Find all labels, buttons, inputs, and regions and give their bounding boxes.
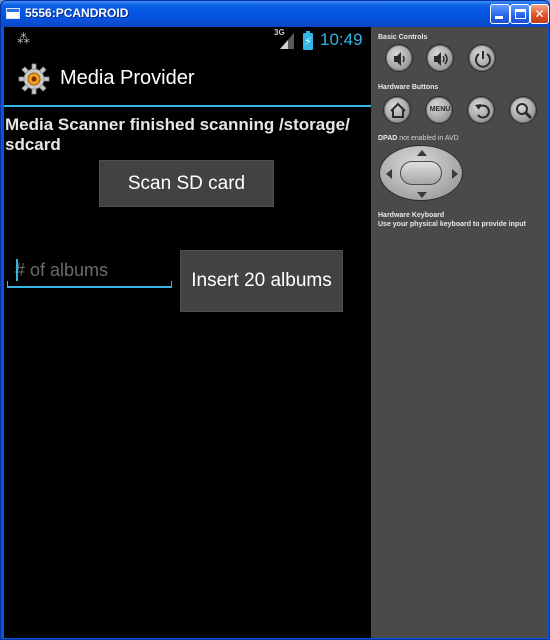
window-title: 5556:PCANDROID (25, 6, 129, 20)
back-button[interactable] (467, 96, 495, 124)
app-title: Media Provider (60, 67, 195, 89)
volume-down-icon (394, 52, 405, 66)
battery-charging-icon: ⚡ (303, 31, 313, 50)
dpad-label: DPAD not enabled in AVD (378, 135, 459, 142)
albums-count-input[interactable] (7, 254, 172, 288)
hardware-keyboard-label: Hardware Keyboard (378, 212, 445, 219)
minimize-button[interactable] (490, 4, 510, 24)
menu-button[interactable]: MENU (425, 96, 453, 124)
volume-up-button[interactable] (426, 44, 454, 72)
home-icon (390, 102, 406, 118)
input-underline-edge (7, 281, 8, 288)
device-screen: ⁂ 3G ⚡ 10:49 Media Provider Media Scanne… (4, 27, 371, 638)
scan-sd-card-button[interactable]: Scan SD card (99, 160, 274, 207)
emulator-window: 5556:PCANDROID ✕ ⁂ 3G ⚡ 10:49 Media Prov… (0, 0, 550, 640)
dpad-center-button[interactable] (400, 161, 442, 185)
hardware-keyboard-note: Use your physical keyboard to provide in… (378, 221, 526, 228)
maximize-icon (515, 9, 526, 19)
power-button[interactable] (468, 44, 496, 72)
action-bar: Media Provider (4, 53, 371, 107)
back-icon (475, 104, 490, 119)
close-icon: ✕ (534, 7, 545, 21)
clock: 10:49 (320, 30, 363, 49)
menu-label: MENU (429, 106, 451, 113)
signal-icon (280, 33, 294, 49)
volume-up-icon (434, 52, 448, 66)
text-cursor (16, 259, 18, 281)
search-button[interactable] (509, 96, 537, 124)
status-bar: ⁂ 3G ⚡ 10:49 (4, 27, 371, 53)
search-icon (516, 103, 533, 120)
dpad-control[interactable] (379, 145, 463, 201)
minimize-icon (495, 16, 503, 19)
bbm-notification-icon: ⁂ (17, 32, 30, 47)
gear-icon[interactable] (18, 63, 50, 95)
input-underline-edge (171, 281, 172, 288)
emulator-controls-panel: Basic Controls Hardware Buttons MENU DPA… (371, 27, 548, 638)
maximize-button[interactable] (510, 4, 530, 24)
volume-down-button[interactable] (385, 44, 413, 72)
hardware-buttons-label: Hardware Buttons (378, 84, 439, 91)
close-button[interactable]: ✕ (530, 4, 549, 24)
power-icon (475, 51, 491, 68)
home-button[interactable] (383, 96, 411, 124)
scan-status-text: Media Scanner finished scanning /storage… (5, 115, 350, 154)
basic-controls-label: Basic Controls (378, 34, 428, 41)
insert-albums-button[interactable]: Insert 20 albums (180, 250, 343, 312)
title-bar[interactable]: 5556:PCANDROID ✕ (1, 1, 549, 27)
window-icon (6, 8, 20, 19)
